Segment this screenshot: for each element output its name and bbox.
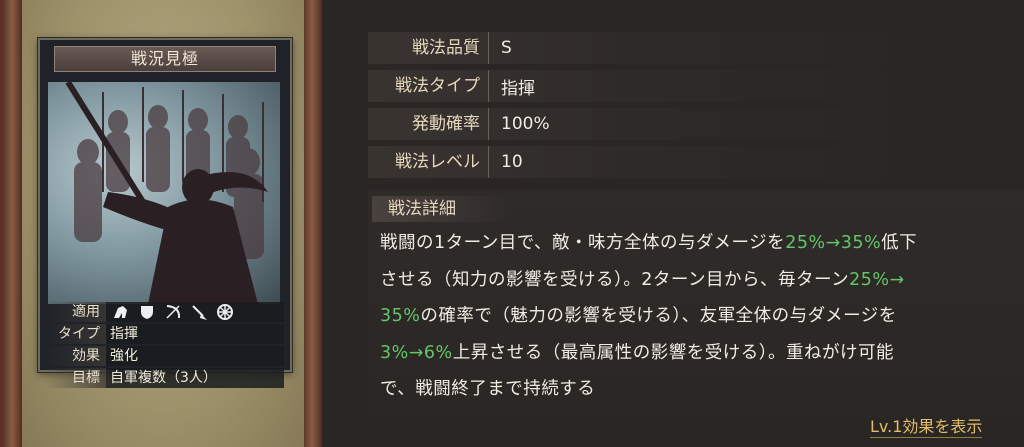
detail-line: 35%の確率で（魅力の影響を受ける）、友軍全体の与ダメージを — [380, 298, 1016, 335]
attr-row-effect: 効果 強化 — [46, 346, 284, 366]
cavalry-icon — [112, 303, 130, 321]
stat-label: 発動確率 — [368, 108, 489, 140]
stat-label: 戦法レベル — [368, 146, 489, 178]
detail-line: で、戦闘終了まで持続する — [380, 371, 1016, 408]
stat-row-level: 戦法レベル 10 — [368, 146, 1024, 178]
stat-row-activation-rate: 発動確率 100% — [368, 108, 1024, 140]
stat-value: 指揮 — [501, 78, 535, 99]
attr-row-apply: 適用 — [46, 302, 284, 322]
weapon-type-icons — [106, 302, 284, 322]
soldiers-silhouette — [65, 82, 268, 304]
attr-row-type: タイプ 指揮 — [46, 324, 284, 344]
detail-line: 戦闘の1ターン目で、敵・味方全体の与ダメージを25%→35%低下 — [380, 225, 1016, 262]
detail-description: 戦闘の1ターン目で、敵・味方全体の与ダメージを25%→35%低下 させる（知力の影… — [380, 225, 1016, 408]
attr-label: タイプ — [46, 324, 106, 344]
detail-text-segment: 低下 — [881, 233, 918, 253]
bow-icon — [164, 303, 182, 321]
stat-value: S — [501, 38, 512, 58]
highlight-value: 25%→ — [849, 269, 905, 290]
stat-value: 10 — [501, 152, 523, 172]
detail-line: 3%→6%上昇させる（最高属性の影響を受ける）。重ねがけ可能 — [380, 335, 1016, 372]
detail-text-segment: 戦闘の1ターン目で、敵・味方全体の与ダメージを — [380, 233, 786, 253]
attr-row-target: 目標 自軍複数（3人） — [46, 368, 284, 388]
detail-text-segment: 上昇させる（最高属性の影響を受ける）。重ねがけ可能 — [452, 342, 894, 363]
card-attributes: 適用 タイプ 指揮 効果 強化 目標 自軍複数（3人） — [46, 302, 284, 390]
attr-value: 強化 — [106, 346, 284, 366]
detail-text-segment: の確率で（魅力の影響を受ける）、友軍全体の与ダメージを — [420, 306, 897, 326]
chariot-wheel-icon — [216, 303, 234, 321]
tactic-card[interactable]: 戦況見極 適用 タイプ 指揮 効果 強化 目標 自軍複数（3人） — [38, 38, 292, 388]
highlight-value: 35% — [380, 306, 421, 326]
stat-label: 戦法品質 — [368, 32, 489, 64]
detail-line: させる（知力の影響を受ける）。2ターン目から、毎ターン25%→ — [380, 262, 1016, 299]
shield-icon — [138, 303, 156, 321]
tactic-card-title: 戦況見極 — [54, 46, 276, 72]
highlight-value: 25%→35% — [785, 233, 882, 253]
spear-icon — [190, 303, 208, 321]
stat-row-type: 戦法タイプ 指揮 — [368, 70, 1024, 102]
scroll-rod-left — [4, 0, 20, 447]
stat-row-quality: 戦法品質 S — [368, 32, 1024, 64]
attr-value: 指揮 — [106, 324, 284, 344]
attr-label: 効果 — [46, 346, 106, 366]
detail-text-segment: させる（知力の影響を受ける）。2ターン目から、毎ターン — [380, 269, 850, 290]
highlight-value: 3%→6% — [380, 342, 453, 363]
stat-value: 100% — [501, 114, 550, 134]
detail-text-segment: で、戦闘終了まで持続する — [380, 379, 596, 399]
attr-label: 適用 — [46, 302, 106, 322]
attr-value: 自軍複数（3人） — [106, 368, 284, 388]
detail-heading: 戦法詳細 — [372, 196, 508, 222]
stat-label: 戦法タイプ — [368, 70, 489, 102]
attr-label: 目標 — [46, 368, 106, 388]
scroll-rod-right — [304, 0, 320, 447]
show-lv1-effect-link[interactable]: Lv.1効果を表示 — [870, 417, 983, 438]
tactic-artwork — [48, 82, 280, 304]
